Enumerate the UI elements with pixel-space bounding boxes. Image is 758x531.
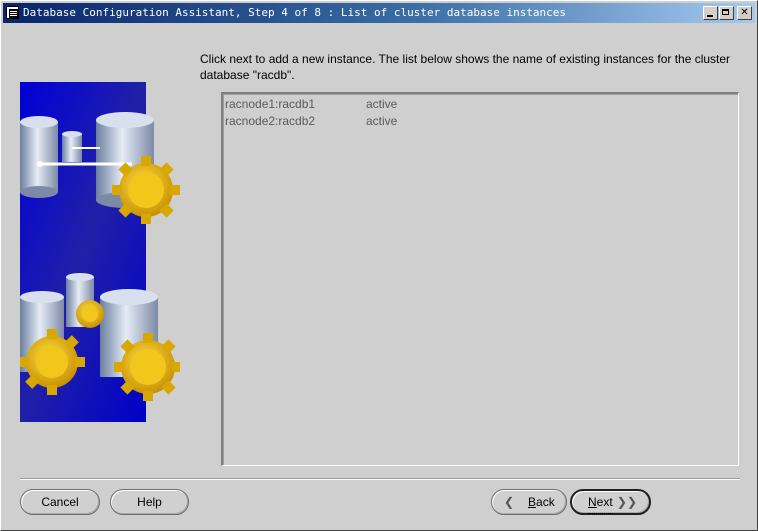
footer-divider xyxy=(20,478,740,480)
chevron-left-icon: ❮ xyxy=(504,495,515,509)
maximize-icon[interactable] xyxy=(719,6,734,20)
instance-name: racnode2:racdb2 xyxy=(225,114,316,128)
back-button[interactable]: ❮ Back xyxy=(491,489,567,515)
title-bar[interactable]: Database Configuration Assistant, Step 4… xyxy=(3,3,755,23)
cancel-button[interactable]: Cancel xyxy=(20,489,100,515)
next-button[interactable]: Next ❯❯ xyxy=(570,489,651,515)
list-item[interactable]: racnode2:racdb2 active xyxy=(225,113,725,129)
instance-status: active xyxy=(366,97,398,111)
list-item[interactable]: racnode1:racdb1 active xyxy=(225,96,725,112)
next-label: ext xyxy=(596,495,613,509)
instance-status: active xyxy=(366,114,398,128)
help-button[interactable]: Help xyxy=(110,489,189,515)
next-mnemonic: N xyxy=(588,495,597,509)
window-title: Database Configuration Assistant, Step 4… xyxy=(23,6,567,19)
instance-name: racnode1:racdb1 xyxy=(225,97,316,111)
database-gears-illustration xyxy=(20,82,180,422)
close-icon[interactable] xyxy=(737,6,752,20)
app-icon xyxy=(6,6,19,19)
dbca-window: Database Configuration Assistant, Step 4… xyxy=(0,0,758,531)
instance-list[interactable]: racnode1:racdb1 active racnode2:racdb2 a… xyxy=(221,92,739,466)
chevron-right-icon: ❯❯ xyxy=(616,495,637,509)
instructions-text: Click next to add a new instance. The li… xyxy=(200,52,731,82)
minimize-icon[interactable] xyxy=(703,6,718,20)
back-mnemonic: B xyxy=(528,495,537,509)
back-label: ack xyxy=(536,495,555,509)
